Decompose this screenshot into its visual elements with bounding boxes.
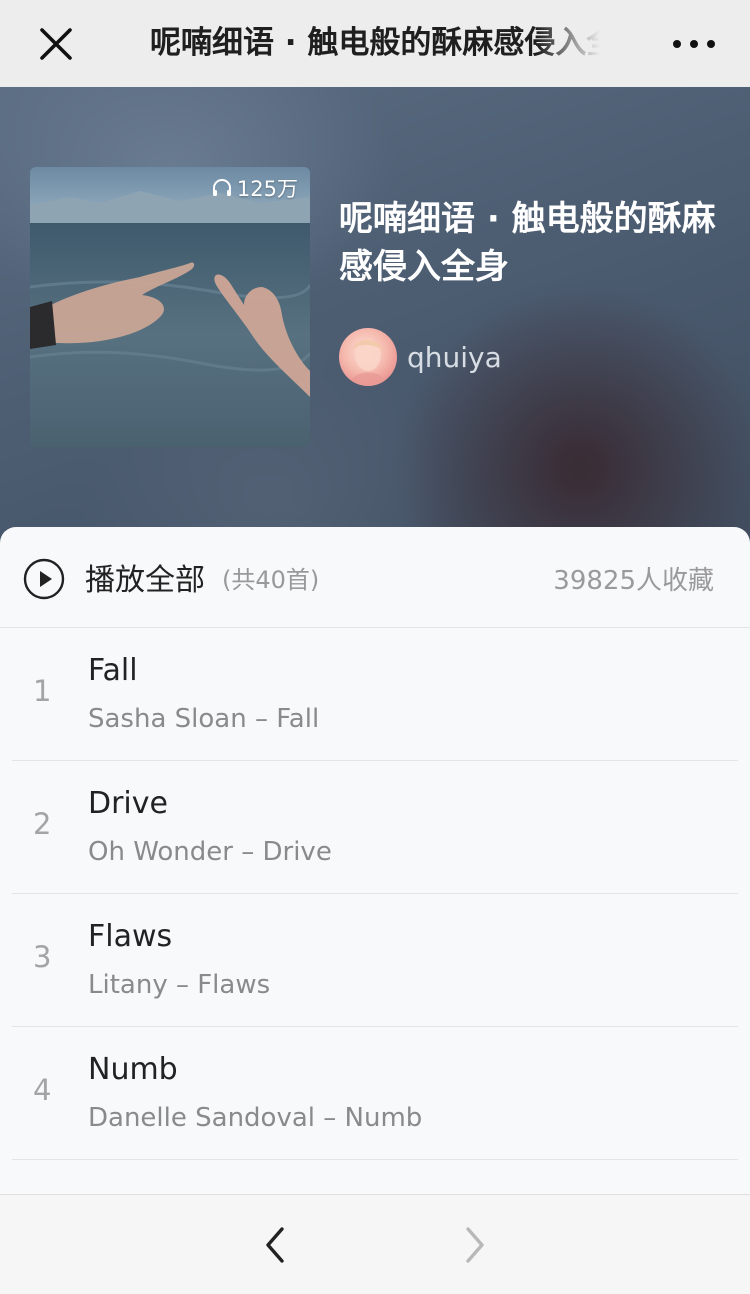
play-all-label[interactable]: 播放全部 [85,555,205,599]
track-number: 3 [33,940,52,974]
track-number: 4 [33,1073,52,1107]
track-artist-album: Danelle Sandoval – Numb [88,1103,423,1133]
track-title: Numb [88,1052,178,1087]
track-artist-album: Oh Wonder – Drive [88,837,332,867]
back-arrow-icon[interactable] [256,1225,296,1265]
headphones-icon [212,179,231,196]
track-title: Fall [88,653,138,688]
bottom-nav-bar [0,1194,750,1294]
playlist-header: 125万 呢喃细语 · 触电般的酥麻感侵入全身 qhuiya [0,87,750,557]
divider [12,1159,738,1160]
track-row[interactable]: 4 Numb Danelle Sandoval – Numb [0,1027,750,1160]
playlist-title: 呢喃细语 · 触电般的酥麻感侵入全身 [339,199,716,287]
close-icon[interactable] [36,24,76,64]
play-circle-icon[interactable] [23,558,65,600]
song-count: (共40首) [222,566,320,594]
more-icon[interactable] [668,24,720,64]
forward-arrow-icon [454,1225,494,1265]
avatar[interactable] [339,328,397,386]
track-artist-album: Litany – Flaws [88,970,271,1000]
track-number: 2 [33,807,52,841]
top-nav-bar: 呢喃细语 · 触电般的酥麻感侵入全身 [0,0,750,87]
play-count-value: 125万 [236,177,298,201]
creator-name[interactable]: qhuiya [407,341,502,374]
track-row[interactable]: 2 Drive Oh Wonder – Drive [0,761,750,894]
favorite-count: 39825人收藏 [553,566,714,596]
playlist-cover[interactable]: 125万 [30,167,310,447]
track-title: Drive [88,786,168,821]
track-title: Flaws [88,919,173,954]
track-number: 1 [33,674,52,708]
track-artist-album: Sasha Sloan – Fall [88,704,320,734]
track-row[interactable]: 1 Fall Sasha Sloan – Fall [0,628,750,761]
creator-info[interactable]: qhuiya [339,327,502,387]
play-all-row[interactable]: 播放全部 (共40首) 39825人收藏 [0,527,750,628]
play-count: 125万 [211,173,298,203]
song-list-panel: 播放全部 (共40首) 39825人收藏 1 Fall Sasha Sloan … [0,527,750,1207]
page-title: 呢喃细语 · 触电般的酥麻感侵入全身 [150,25,600,61]
track-row[interactable]: 3 Flaws Litany – Flaws [0,894,750,1027]
